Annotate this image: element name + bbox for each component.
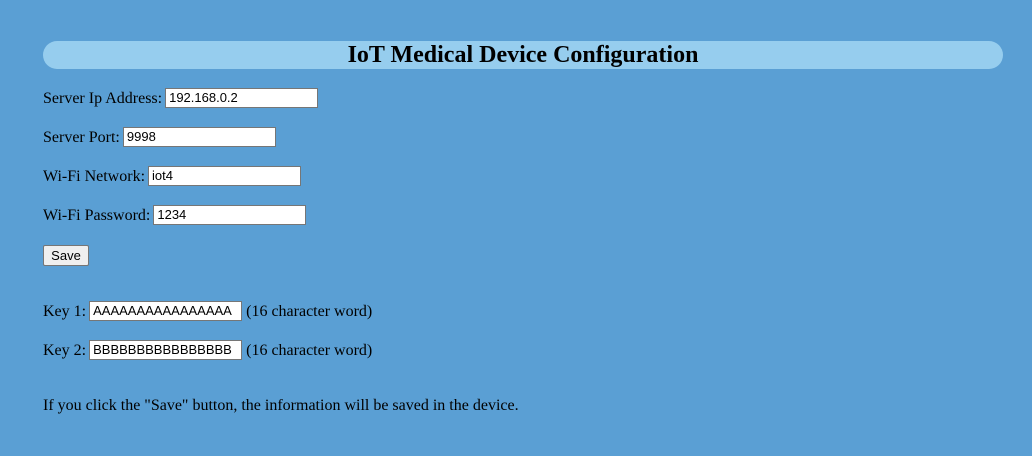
server-ip-input[interactable]: 192.168.0.2	[165, 88, 319, 108]
wifi-network-input[interactable]: iot4	[148, 166, 302, 186]
wifi-password-row: Wi-Fi Password: 1234	[43, 205, 307, 227]
wifi-password-input[interactable]: 1234	[153, 205, 307, 225]
wifi-password-label: Wi-Fi Password:	[43, 207, 151, 224]
key2-note: (16 character word)	[246, 342, 373, 359]
key2-input[interactable]: BBBBBBBBBBBBBBBB	[89, 340, 243, 360]
server-port-row: Server Port: 9998	[43, 127, 276, 149]
save-button[interactable]: Save	[43, 245, 89, 266]
key1-row: Key 1: AAAAAAAAAAAAAAAA (16 character word…	[43, 301, 372, 323]
key2-label: Key 2:	[43, 342, 87, 359]
key1-input[interactable]: AAAAAAAAAAAAAAAA	[89, 301, 243, 321]
wifi-network-row: Wi-Fi Network: iot4	[43, 166, 302, 188]
server-port-label: Server Port:	[43, 129, 120, 146]
wifi-network-label: Wi-Fi Network:	[43, 168, 146, 185]
save-info-text: If you click the "Save" button, the info…	[43, 397, 519, 414]
server-ip-row: Server Ip Address: 192.168.0.2	[43, 88, 319, 110]
server-ip-label: Server Ip Address:	[43, 90, 163, 107]
key1-label: Key 1:	[43, 303, 87, 320]
server-port-input[interactable]: 9998	[122, 127, 276, 147]
key2-row: Key 2: BBBBBBBBBBBBBBBB (16 character word…	[43, 340, 372, 362]
page-title: IoT Medical Device Configuration	[43, 41, 1003, 69]
key1-note: (16 character word)	[246, 303, 373, 320]
